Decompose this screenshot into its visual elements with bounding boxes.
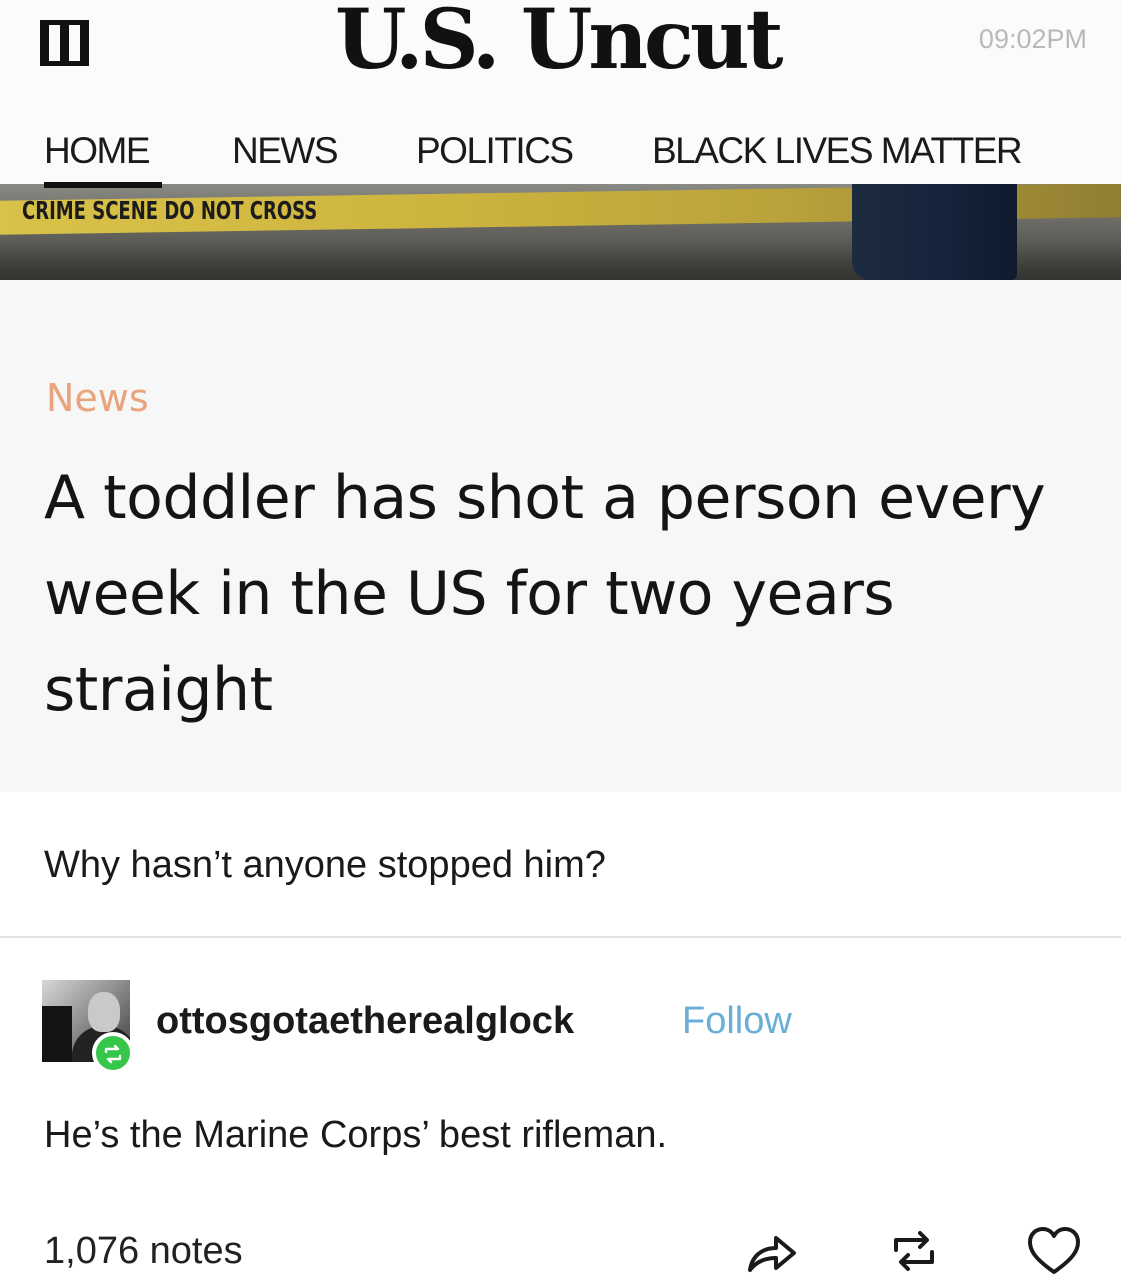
post-username[interactable]: ottosgotaetherealglock — [156, 1000, 574, 1043]
nav-active-underline — [44, 182, 162, 188]
follow-button[interactable]: Follow — [682, 1000, 792, 1043]
notes-count[interactable]: 1,076 notes — [44, 1230, 243, 1273]
reblog-icon[interactable] — [884, 1222, 944, 1280]
main-nav: HOME NEWS POLITICS BLACK LIVES MATTER — [0, 130, 1121, 182]
share-icon[interactable] — [742, 1222, 802, 1280]
crime-scene-tape-text: CRIME SCENE DO NOT CROSS — [22, 196, 318, 225]
post-reply: He’s the Marine Corps’ best rifleman. — [44, 1114, 668, 1156]
post-divider — [0, 936, 1121, 938]
page: U.S. Uncut 09:02PM HOME NEWS POLITICS BL… — [0, 0, 1121, 1280]
hamburger-menu-icon[interactable] — [40, 20, 104, 66]
post-comment: Why hasn’t anyone stopped him? — [44, 844, 606, 886]
heart-icon[interactable] — [1024, 1222, 1084, 1280]
reblog-badge-icon — [92, 1032, 134, 1074]
hero-image: CRIME SCENE DO NOT CROSS — [0, 184, 1121, 280]
article-card[interactable]: News A toddler has shot a person every w… — [0, 280, 1121, 792]
clock-time: 09:02PM — [978, 24, 1087, 54]
nav-item-news[interactable]: NEWS — [232, 130, 339, 172]
article-headline[interactable]: A toddler has shot a person every week i… — [44, 450, 1084, 738]
officer-figure — [852, 184, 1017, 280]
site-header: U.S. Uncut 09:02PM HOME NEWS POLITICS BL… — [0, 0, 1121, 190]
article-category[interactable]: News — [46, 376, 149, 420]
site-logo[interactable]: U.S. Uncut — [335, 0, 783, 88]
nav-item-home[interactable]: HOME — [44, 130, 151, 172]
nav-item-black-lives-matter[interactable]: BLACK LIVES MATTER — [652, 130, 1023, 172]
nav-item-politics[interactable]: POLITICS — [416, 130, 574, 172]
